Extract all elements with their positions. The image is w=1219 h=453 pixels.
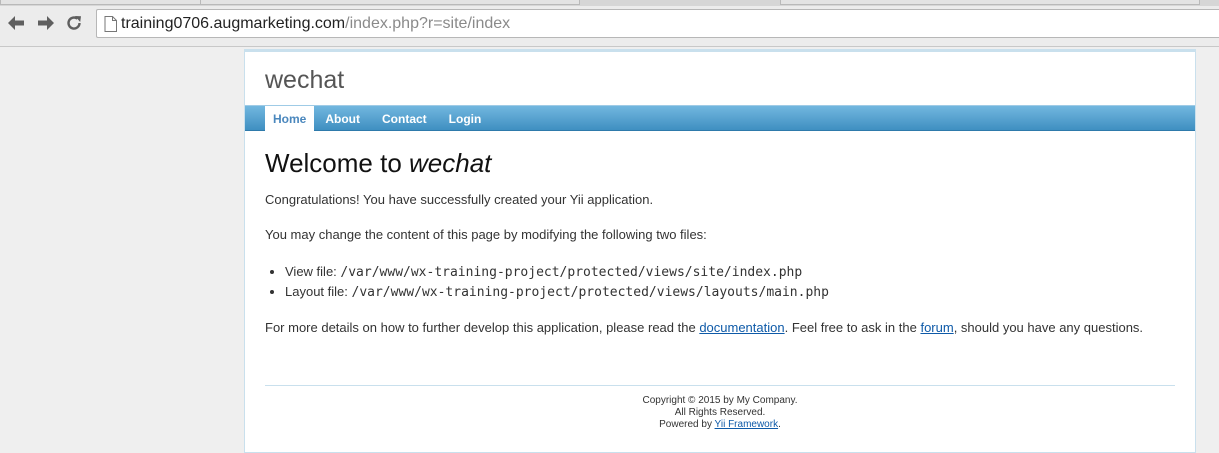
site-logo: wechat	[265, 66, 345, 94]
browser-tab[interactable]	[200, 0, 580, 5]
file-label: Layout file:	[285, 284, 352, 299]
url-text: training0706.augmarketing.com/index.php?…	[121, 15, 510, 33]
details-text: For more details on how to further devel…	[265, 320, 1143, 336]
page-viewport: wechat Home About Contact Login Welcome …	[0, 47, 1219, 453]
details-before: For more details on how to further devel…	[265, 320, 700, 335]
documentation-link[interactable]: documentation	[699, 320, 784, 335]
page-icon	[104, 16, 117, 32]
title-prefix: Welcome to	[265, 148, 410, 178]
forward-arrow-icon	[38, 16, 54, 30]
title-app-name: wechat	[409, 148, 492, 178]
main-menu: Home About Contact Login	[245, 105, 1195, 131]
forum-link[interactable]: forum	[920, 320, 953, 335]
powered-by: Powered by Yii Framework.	[265, 419, 1175, 431]
menu-item-about[interactable]: About	[314, 106, 371, 131]
browser-tab[interactable]	[0, 0, 220, 5]
list-item: Layout file: /var/www/wx-training-projec…	[285, 282, 829, 302]
forward-button[interactable]	[35, 12, 57, 34]
menu-item-contact[interactable]: Contact	[371, 106, 438, 131]
url-path: /index.php?r=site/index	[345, 15, 511, 32]
back-arrow-icon	[8, 16, 24, 30]
back-button[interactable]	[5, 12, 27, 34]
page-container: wechat Home About Contact Login Welcome …	[244, 49, 1196, 453]
file-list: View file: /var/www/wx-training-project/…	[285, 262, 829, 302]
congrats-text: Congratulations! You have successfully c…	[265, 192, 654, 207]
browser-tab[interactable]	[780, 0, 1200, 5]
change-intro-text: You may change the content of this page …	[265, 227, 707, 242]
main-content: Welcome to wechat Congratulations! You h…	[265, 148, 1175, 335]
yii-framework-link[interactable]: Yii Framework	[715, 419, 779, 430]
footer-divider	[265, 385, 1175, 386]
list-item: View file: /var/www/wx-training-project/…	[285, 262, 829, 282]
file-path: /var/www/wx-training-project/protected/v…	[340, 265, 803, 280]
details-after: , should you have any questions.	[953, 320, 1144, 335]
file-label: View file:	[285, 264, 341, 279]
copyright-text: Copyright © 2015 by My Company.	[642, 395, 798, 406]
address-bar[interactable]: training0706.augmarketing.com/index.php?…	[96, 9, 1219, 38]
tab-strip	[0, 0, 1219, 6]
page-title: Welcome to wechat	[265, 148, 1175, 178]
file-path: /var/www/wx-training-project/protected/v…	[351, 285, 829, 300]
menu-item-home[interactable]: Home	[265, 106, 315, 131]
footer: Copyright © 2015 by My Company. All Righ…	[265, 395, 1175, 431]
url-host: training0706.augmarketing.com	[121, 15, 346, 32]
reload-button[interactable]	[63, 12, 85, 34]
menu-item-login[interactable]: Login	[438, 106, 493, 131]
details-middle: . Feel free to ask in the	[784, 320, 921, 335]
browser-toolbar: training0706.augmarketing.com/index.php?…	[0, 0, 1219, 47]
powered-prefix: Powered by	[659, 419, 715, 430]
reload-icon	[67, 16, 81, 30]
powered-suffix: .	[778, 419, 781, 430]
rights-text: All Rights Reserved.	[674, 407, 766, 418]
